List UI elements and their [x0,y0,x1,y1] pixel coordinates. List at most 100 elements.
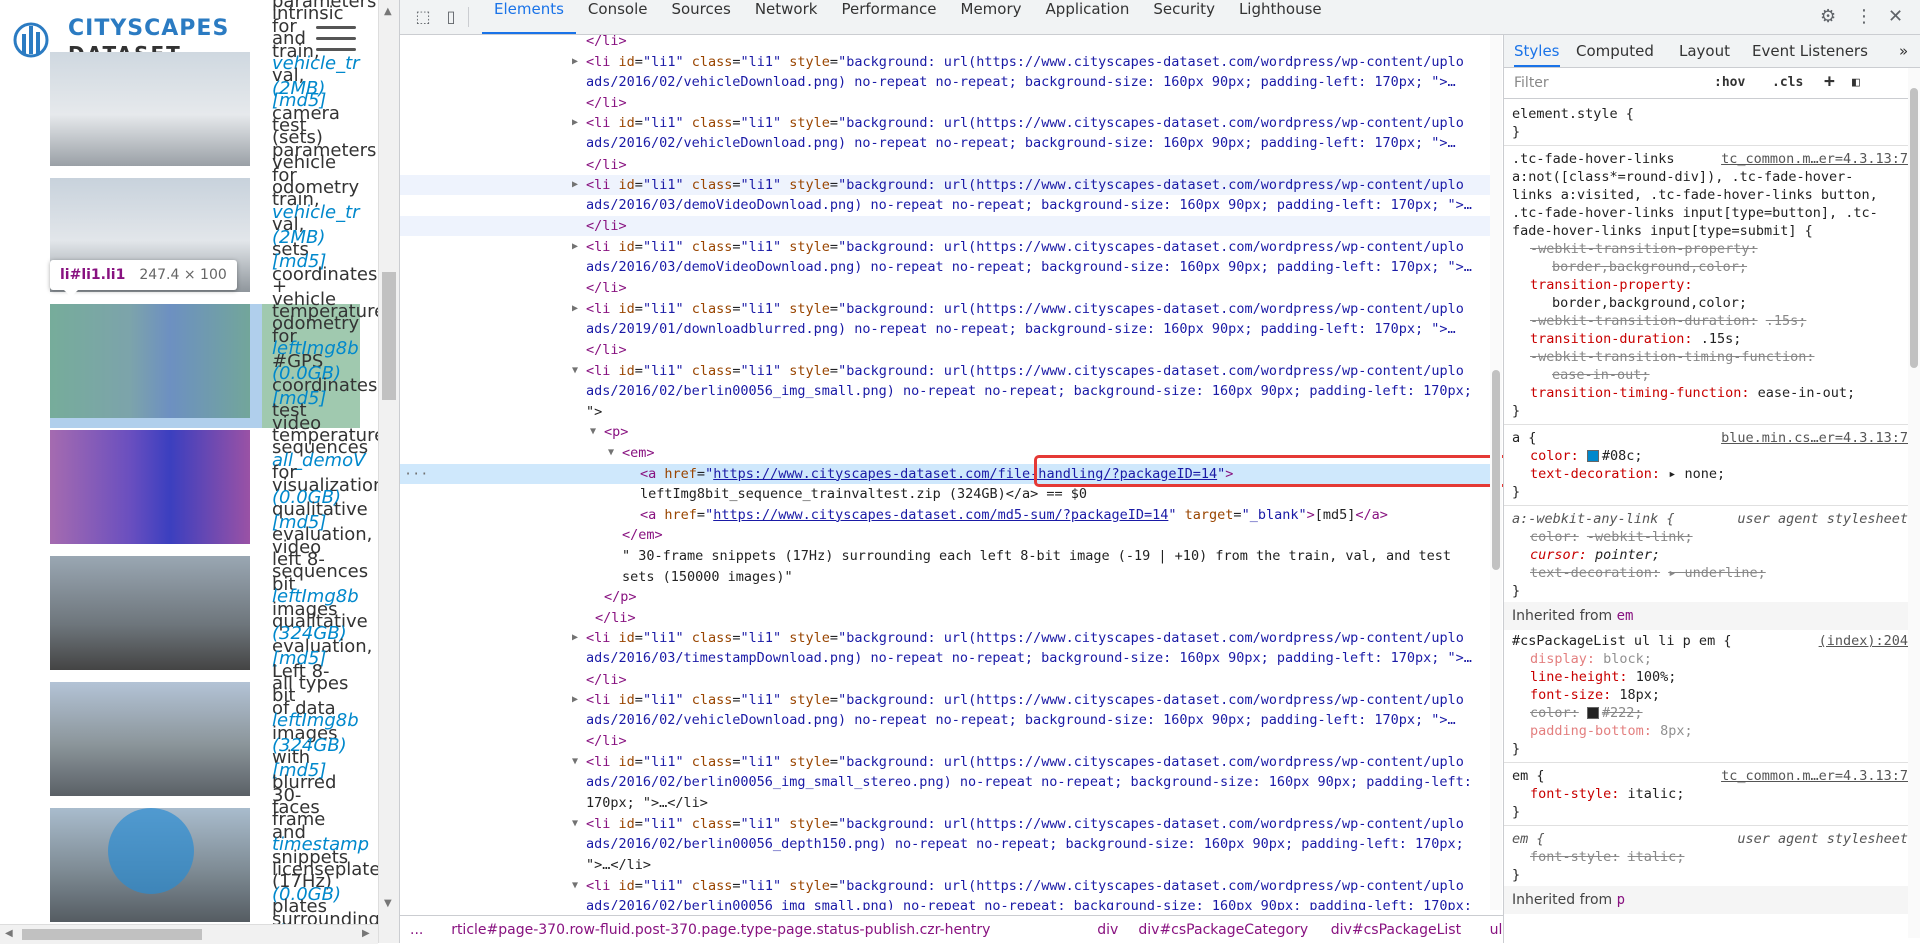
node-actions-icon[interactable]: ··· [404,464,428,484]
property-value[interactable]: ▸ underline; [1668,565,1766,581]
elements-scroll-thumb[interactable] [1492,370,1500,570]
dom-node-line[interactable]: ▼ <li id="li1" class="li1" style="backgro… [400,876,1490,910]
device-toolbar-icon[interactable]: ▯ [440,6,462,28]
collapse-arrow-icon[interactable]: ▼ [572,876,578,896]
property-value[interactable]: block; [1603,651,1652,667]
dom-node-line[interactable]: ▶ <li id="li1" class="li1" style="backgro… [400,299,1490,337]
scroll-left-arrow-icon[interactable]: ◀ [5,928,13,939]
dom-node-line[interactable]: " 30-frame snippets (17Hz) surrounding e… [400,546,1490,566]
property-value[interactable]: italic; [1628,849,1685,865]
dom-node-line[interactable]: ▶ <li id="li1" class="li1" style="backgro… [400,690,1490,728]
dom-node-line[interactable]: </li> [400,93,1490,113]
dom-node-line[interactable]: "> [400,402,1490,422]
styles-tab-layout[interactable]: Layout [1679,35,1730,67]
stylesheet-source-link[interactable]: (index):204 [1819,632,1908,650]
new-style-rule-icon[interactable]: + [1824,71,1835,92]
dom-node-line[interactable]: ▶ <li id="li1" class="li1" style="backgro… [400,175,1490,213]
dom-node-line[interactable]: </li> [400,608,1490,628]
breadcrumb-item[interactable]: ... [410,922,423,938]
dom-node-line[interactable]: ▼ <li id="li1" class="li1" style="backgro… [400,752,1490,790]
page-hscroll-thumb[interactable] [22,929,202,940]
stylesheet-source-link[interactable]: tc_common.m…er=4.3.13:7 [1721,150,1908,168]
breadcrumb-item[interactable]: div#csPackageList [1331,922,1461,938]
property-name[interactable]: -webkit-transition-duration: [1530,313,1758,329]
tab-performance[interactable]: Performance [829,0,948,34]
expand-arrow-icon[interactable]: ▶ [572,628,578,648]
styles-tab-styles[interactable]: Styles [1514,35,1560,67]
dom-node-line[interactable]: ▶ <li id="li1" class="li1" style="backgro… [400,113,1490,151]
expand-arrow-icon[interactable]: ▶ [572,690,578,710]
dom-node-line[interactable]: </li> [400,216,1490,237]
dom-node-line[interactable]: <a href="https://www.cityscapes-dataset.… [400,505,1490,525]
dom-node-line[interactable]: ▶ <li id="li1" class="li1" style="backgro… [400,52,1490,90]
dom-node-line[interactable]: </li> [400,670,1490,690]
scroll-right-arrow-icon[interactable]: ▶ [362,928,370,939]
inherited-tag[interactable]: em [1617,608,1634,624]
property-value[interactable]: pointer; [1595,547,1660,563]
color-swatch-icon[interactable] [1586,450,1599,462]
stylesheet-source-link[interactable]: tc_common.m…er=4.3.13:7 [1721,767,1908,785]
property-name[interactable]: display: [1530,651,1595,667]
property-value[interactable]: 8px; [1660,723,1693,739]
breadcrumb-item[interactable]: ul [1490,922,1503,938]
dom-node-line[interactable]: </li> [400,731,1490,751]
dom-node-line[interactable]: leftImg8bit_sequence_trainvaltest.zip (3… [400,484,1490,504]
dom-node-line[interactable]: ▼ <p> [400,422,1490,442]
property-value[interactable]: ▸ none; [1668,466,1725,482]
dom-node-line[interactable]: ▼ <li id="li1" class="li1" style="backgro… [400,361,1490,399]
expand-arrow-icon[interactable]: ▶ [572,175,578,195]
breadcrumb-item[interactable]: div#csPackageCategory [1138,922,1308,938]
property-name[interactable]: transition-duration: [1530,331,1693,347]
tab-network[interactable]: Network [743,0,830,34]
property-name[interactable]: font-style: [1530,849,1619,865]
dom-node-line[interactable]: ▼ <li id="li1" class="li1" style="backgro… [400,814,1490,852]
dom-node-line[interactable]: </li> [400,278,1490,298]
property-value[interactable]: ease-in-out; [1758,385,1856,401]
tab-memory[interactable]: Memory [949,0,1034,34]
property-value[interactable]: ease-in-out; [1552,367,1650,383]
property-value[interactable]: border,background,color; [1552,259,1747,275]
cls-toggle-button[interactable]: .cls [1772,75,1803,90]
property-name[interactable]: -webkit-transition-timing-function: [1530,349,1814,365]
property-value[interactable]: italic; [1628,786,1685,802]
dom-node-line[interactable]: ▶ <li id="li1" class="li1" style="backgro… [400,237,1490,275]
property-name[interactable]: font-size: [1530,687,1611,703]
property-name[interactable]: text-decoration: [1530,565,1660,581]
property-name[interactable]: color: [1530,705,1579,721]
hamburger-menu-icon[interactable] [316,26,356,56]
expand-arrow-icon[interactable]: ▶ [572,52,578,72]
property-name[interactable]: cursor: [1530,547,1587,563]
stylesheet-source-link[interactable]: blue.min.cs…er=4.3.13:7 [1721,429,1908,447]
md5-link-href[interactable]: https://www.cityscapes-dataset.com/md5-s… [713,507,1168,523]
property-value[interactable]: border,background,color; [1552,295,1747,311]
property-name[interactable]: transition-timing-function: [1530,385,1749,401]
page-horizontal-scrollbar[interactable]: ◀ ▶ [0,924,378,944]
dom-node-line[interactable]: </li> [400,35,1490,51]
color-swatch-icon[interactable] [1586,707,1599,719]
property-value[interactable]: .15s; [1766,313,1807,329]
dom-node-line[interactable]: </p> [400,587,1490,607]
property-value[interactable]: 18px; [1619,687,1660,703]
page-vertical-scrollbar[interactable]: ▲ ▼ [378,0,399,943]
tab-application[interactable]: Application [1034,0,1142,34]
property-name[interactable]: color: [1530,529,1579,545]
property-name[interactable]: color: [1530,448,1579,464]
tab-lighthouse[interactable]: Lighthouse [1227,0,1334,34]
property-value[interactable]: 100%; [1636,669,1677,685]
property-value[interactable]: #222; [1602,705,1643,721]
tab-console[interactable]: Console [576,0,660,34]
dom-node-line[interactable]: </em> [400,525,1490,545]
dom-node-line[interactable]: </li> [400,155,1490,175]
styles-scroll-thumb[interactable] [1910,88,1918,368]
dom-node-line[interactable]: 170px; ">…</li> [400,793,1490,813]
close-devtools-icon[interactable]: ✕ [1888,0,1903,34]
inspect-element-icon[interactable]: ⬚ [412,6,434,28]
property-name[interactable]: transition-property: [1530,277,1693,293]
collapse-arrow-icon[interactable]: ▼ [572,814,578,834]
styles-filter-input[interactable]: Filter [1514,75,1549,91]
elements-scrollbar[interactable] [1490,35,1502,910]
scroll-down-arrow-icon[interactable]: ▼ [384,898,392,909]
property-name[interactable]: line-height: [1530,669,1628,685]
expand-arrow-icon[interactable]: ▶ [572,299,578,319]
scroll-up-arrow-icon[interactable]: ▲ [384,6,392,17]
